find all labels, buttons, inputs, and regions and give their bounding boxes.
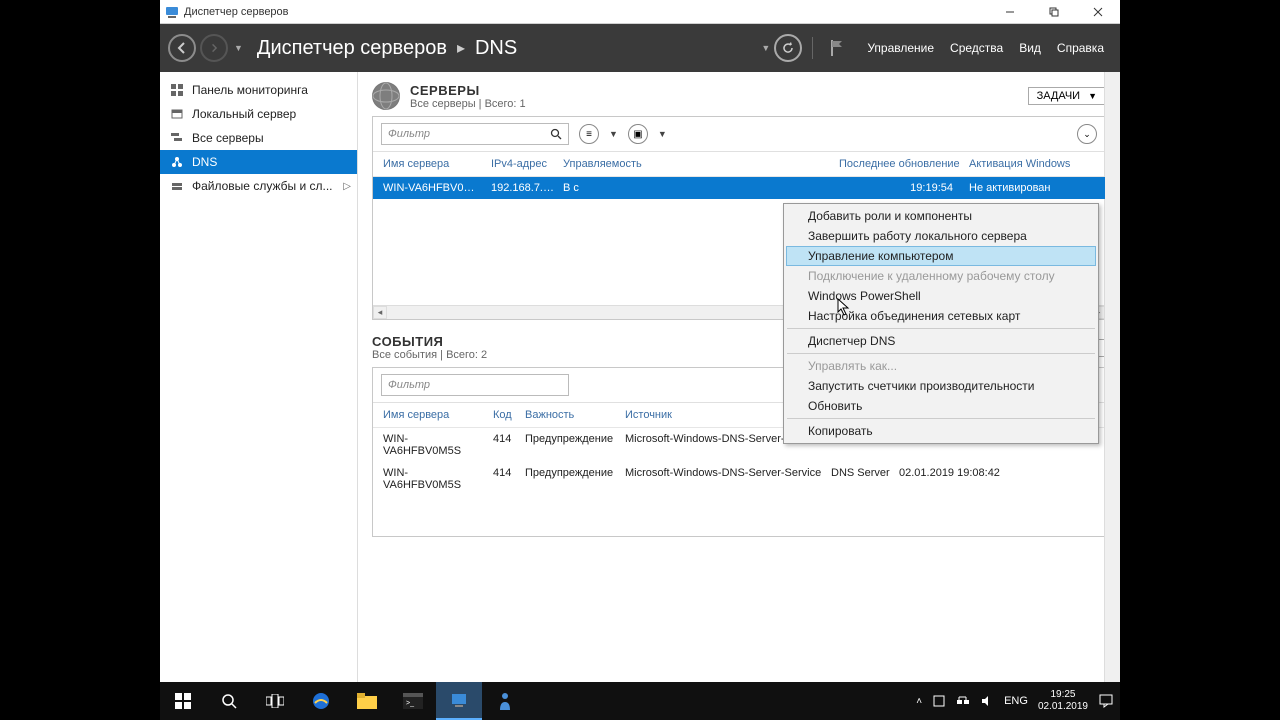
scrollbar-vertical[interactable]	[1104, 72, 1120, 720]
servers-filter-input[interactable]: Фильтр	[381, 123, 569, 145]
taskbar: >_ ˄ ENG 19:25 02.01.2019	[160, 682, 1120, 720]
maximize-button[interactable]	[1032, 0, 1076, 24]
chevron-down-icon: ▼	[1088, 91, 1097, 101]
dns-icon	[170, 156, 184, 168]
search-icon[interactable]	[550, 128, 562, 140]
header-menus: Управление Средства Вид Справка	[867, 41, 1104, 55]
server-icon	[170, 108, 184, 120]
ctx-refresh[interactable]: Обновить	[786, 396, 1096, 416]
ctx-shutdown[interactable]: Завершить работу локального сервера	[786, 226, 1096, 246]
context-menu: Добавить роли и компоненты Завершить раб…	[783, 203, 1099, 444]
server-manager-icon[interactable]	[436, 682, 482, 720]
flag-icon[interactable]	[823, 34, 851, 62]
minimize-button[interactable]	[988, 0, 1032, 24]
explorer-icon[interactable]	[344, 682, 390, 720]
event-row[interactable]: WIN-VA6HFBV0M5S 414 Предупреждение Micro…	[373, 462, 1105, 496]
start-button[interactable]	[160, 682, 206, 720]
servers-title: СЕРВЕРЫ	[410, 83, 526, 98]
menu-help[interactable]: Справка	[1057, 41, 1104, 55]
ctx-manage-as: Управлять как...	[786, 356, 1096, 376]
sidebar-item-dns[interactable]: DNS	[160, 150, 357, 174]
ie-icon[interactable]	[298, 682, 344, 720]
col-server-name[interactable]: Имя сервера	[379, 407, 489, 423]
col-activation[interactable]: Активация Windows	[965, 156, 1099, 172]
filter-tag-button[interactable]: ▣	[628, 124, 648, 144]
breadcrumb-child[interactable]: DNS	[475, 37, 517, 60]
tray-volume-icon[interactable]	[980, 694, 994, 708]
sidebar-item-file-services[interactable]: Файловые службы и сл... ▷	[160, 174, 357, 198]
server-row[interactable]: WIN-VA6HFBV0M5S 192.168.7.88 В с 19:19:5…	[373, 177, 1105, 199]
ctx-copy[interactable]: Копировать	[786, 421, 1096, 441]
menu-tools[interactable]: Средства	[950, 41, 1003, 55]
col-manageability[interactable]: Управляемость	[559, 156, 835, 172]
tray-clock[interactable]: 19:25 02.01.2019	[1038, 689, 1088, 713]
svg-text:>_: >_	[406, 700, 414, 707]
col-last-update[interactable]: Последнее обновление	[835, 156, 965, 172]
dashboard-icon	[170, 84, 184, 96]
servers-panel-header: СЕРВЕРЫ Все серверы | Всего: 1 ЗАДАЧИ ▼	[372, 82, 1106, 110]
refresh-button[interactable]	[774, 34, 802, 62]
taskview-button[interactable]	[252, 682, 298, 720]
servers-icon	[170, 132, 184, 144]
search-button[interactable]	[206, 682, 252, 720]
ctx-add-roles[interactable]: Добавить роли и компоненты	[786, 206, 1096, 226]
ctx-remote-desktop: Подключение к удаленному рабочему столу	[786, 266, 1096, 286]
back-button[interactable]	[168, 34, 196, 62]
tray-app-icon[interactable]	[932, 694, 946, 708]
tray-network-icon[interactable]	[956, 694, 970, 708]
tray-notifications-icon[interactable]	[1098, 693, 1114, 709]
sidebar-item-label: Файловые службы и сл...	[192, 179, 333, 193]
sidebar-item-label: Панель мониторинга	[192, 83, 308, 97]
breadcrumb: Диспетчер серверов ▸ DNS	[257, 37, 517, 60]
breadcrumb-root[interactable]: Диспетчер серверов	[257, 37, 447, 60]
titlebar: Диспетчер серверов	[160, 0, 1120, 24]
forward-button[interactable]	[200, 34, 228, 62]
sidebar-item-label: Локальный сервер	[192, 107, 296, 121]
chevron-right-icon: ▷	[343, 181, 351, 192]
col-code[interactable]: Код	[489, 407, 521, 423]
file-icon	[170, 180, 184, 192]
events-subtitle: Все события | Всего: 2	[372, 349, 487, 361]
ctx-dns-manager[interactable]: Диспетчер DNS	[786, 331, 1096, 351]
filter-options-button[interactable]: ≡	[579, 124, 599, 144]
main-content: СЕРВЕРЫ Все серверы | Всего: 1 ЗАДАЧИ ▼ …	[358, 72, 1120, 720]
servers-tasks-button[interactable]: ЗАДАЧИ ▼	[1028, 87, 1106, 105]
col-ip[interactable]: IPv4-адрес	[487, 156, 559, 172]
events-title: СОБЫТИЯ	[372, 334, 487, 349]
nav-dropdown-icon[interactable]: ▼	[234, 43, 243, 53]
chevron-right-icon: ▸	[457, 38, 465, 58]
header: ▼ Диспетчер серверов ▸ DNS ▼ Управление …	[160, 24, 1120, 72]
menu-view[interactable]: Вид	[1019, 41, 1041, 55]
col-server-name[interactable]: Имя сервера	[379, 156, 487, 172]
expand-button[interactable]: ⌄	[1077, 124, 1097, 144]
tray-up-icon[interactable]: ˄	[916, 696, 922, 707]
col-severity[interactable]: Важность	[521, 407, 621, 423]
sidebar-item-dashboard[interactable]: Панель мониторинга	[160, 78, 357, 102]
window-title: Диспетчер серверов	[184, 6, 988, 18]
ctx-computer-management[interactable]: Управление компьютером	[786, 246, 1096, 266]
sidebar-item-label: Все серверы	[192, 131, 264, 145]
ctx-start-perf-counters[interactable]: Запустить счетчики производительности	[786, 376, 1096, 396]
ctx-powershell[interactable]: Windows PowerShell	[786, 286, 1096, 306]
menu-manage[interactable]: Управление	[867, 41, 934, 55]
close-button[interactable]	[1076, 0, 1120, 24]
ctx-nic-teaming[interactable]: Настройка объединения сетевых карт	[786, 306, 1096, 326]
events-filter-input[interactable]: Фильтр	[381, 374, 569, 396]
globe-icon	[372, 82, 400, 110]
servers-subtitle: Все серверы | Всего: 1	[410, 98, 526, 110]
cmd-icon[interactable]: >_	[390, 682, 436, 720]
sidebar-item-all-servers[interactable]: Все серверы	[160, 126, 357, 150]
app-icon	[164, 4, 180, 20]
sidebar-item-label: DNS	[192, 155, 217, 169]
tray-lang[interactable]: ENG	[1004, 695, 1028, 707]
sidebar: Панель мониторинга Локальный сервер Все …	[160, 72, 358, 720]
sidebar-item-local-server[interactable]: Локальный сервер	[160, 102, 357, 126]
header-dropdown-icon[interactable]: ▼	[761, 43, 770, 53]
app-icon[interactable]	[482, 682, 528, 720]
